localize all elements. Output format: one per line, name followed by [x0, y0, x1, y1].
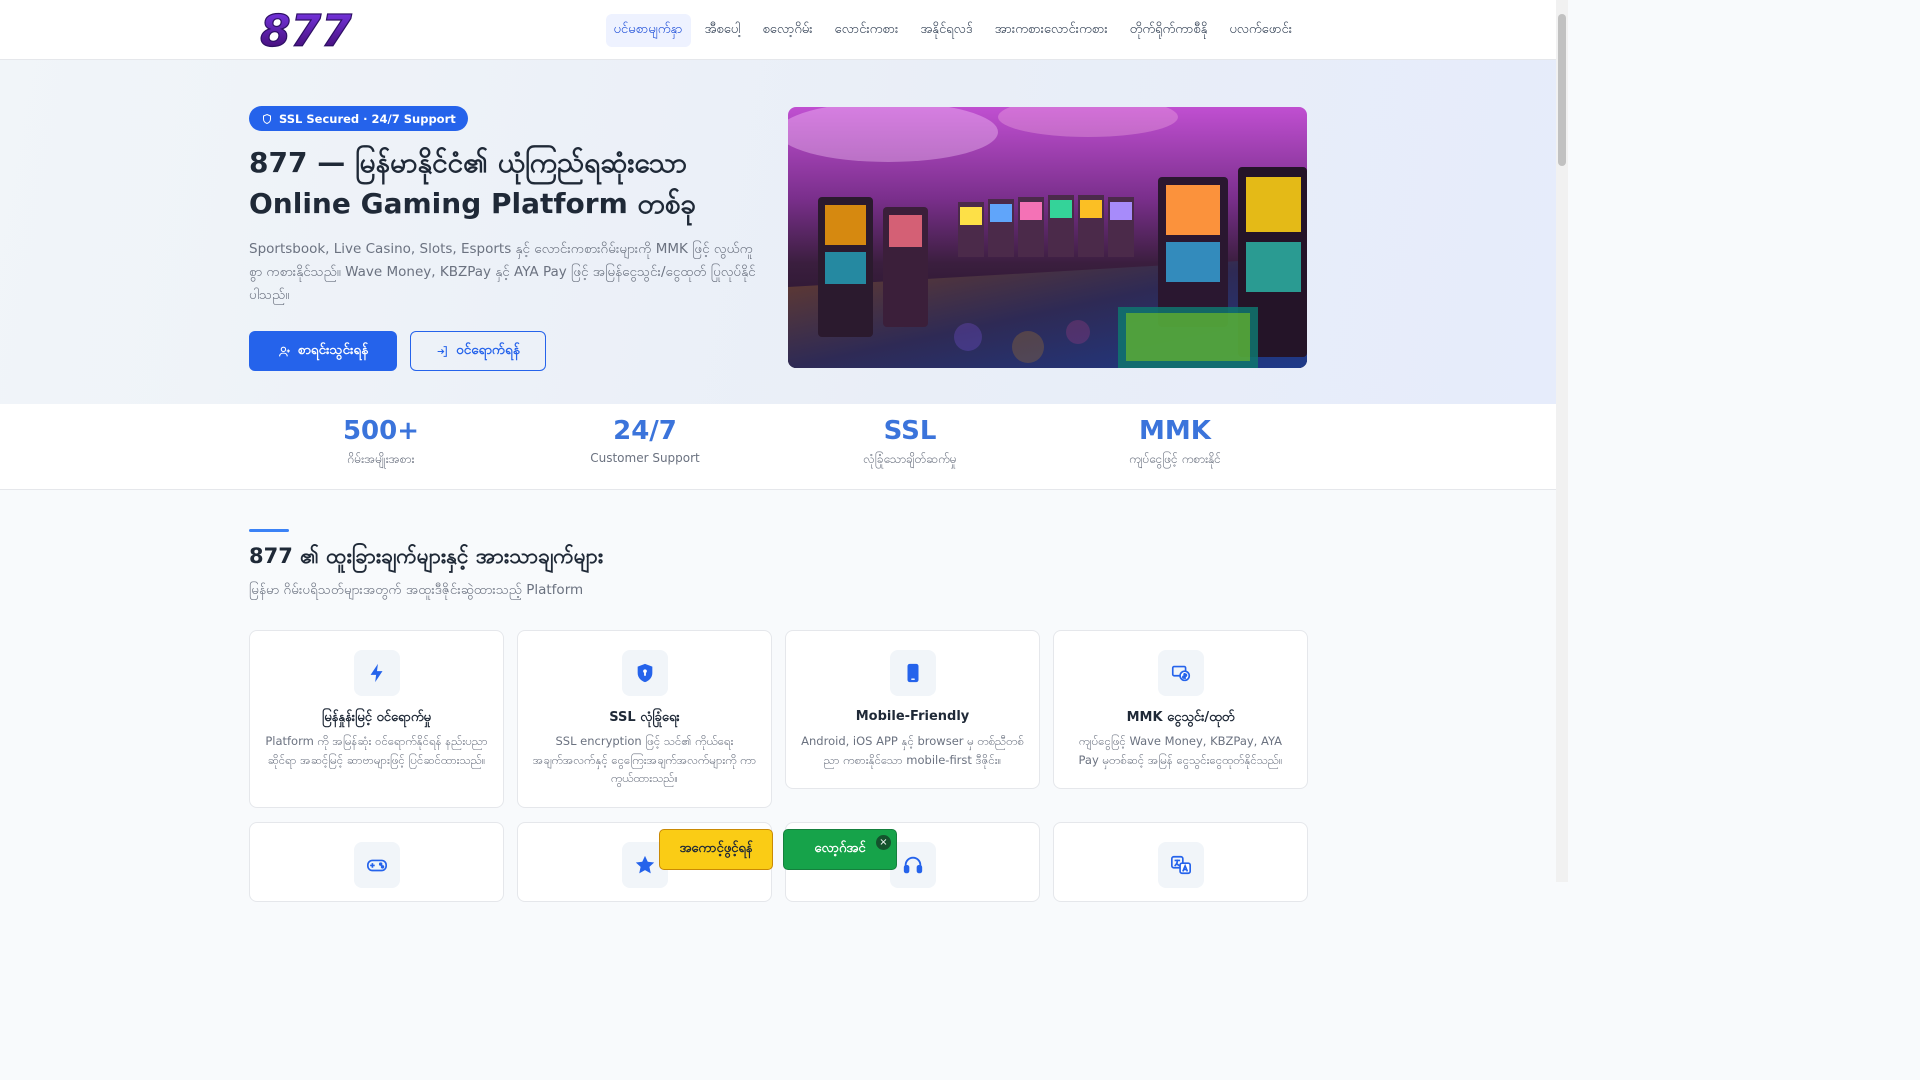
stat-games: 500+ ဂိမ်းအမျိုးအစား: [249, 415, 513, 469]
card-title: မြန်နှုန်းမြင့် ဝင်ရောက်မှု: [322, 710, 431, 725]
register-button-label: စာရင်းသွင်းရန်: [297, 342, 369, 358]
logo-877-icon: 877: [259, 8, 352, 52]
login-icon: [437, 345, 448, 357]
nav-item-live-casino[interactable]: တိုက်ရိုက်ကာစီနို: [1122, 14, 1216, 47]
feature-card-mobile: Mobile-Friendly Android, iOS APP နှင့် b…: [785, 630, 1040, 789]
card-title: SSL လုံခြုံရေး: [609, 710, 680, 725]
casino-hero-image: [788, 107, 1307, 368]
lightning-icon: [370, 663, 383, 683]
feature-card-games: [249, 822, 504, 902]
page-scrollbar[interactable]: [1556, 0, 1568, 882]
user-plus-icon: [278, 346, 290, 356]
stat-value: 24/7: [613, 416, 677, 446]
card-icon-box: [354, 650, 400, 696]
card-icon-box: [1158, 842, 1204, 888]
stat-label: Customer Support: [590, 451, 700, 465]
card-description: ကျပ်ငွေဖြင့် Wave Money, KBZPay, AYA Pay…: [1078, 734, 1283, 767]
feature-card-ssl: SSL လုံခြုံရေး SSL encryption ဖြင့် သင်၏…: [517, 630, 772, 808]
stat-currency: MMK ကျပ်ငွေဖြင့် ကစားနိုင်: [1043, 415, 1307, 469]
star-icon: [635, 855, 655, 874]
shield-lock-icon: [637, 663, 653, 683]
register-button[interactable]: စာရင်းသွင်းရန်: [249, 331, 397, 371]
floating-register-button[interactable]: အကောင့်ဖွင့်ရန်: [659, 829, 773, 870]
svg-text:877: 877: [260, 8, 352, 52]
stats-bar: 500+ ဂိမ်းအမျိုးအစား 24/7 Customer Suppo…: [0, 404, 1556, 490]
stat-value: MMK: [1139, 416, 1211, 446]
card-icon-box: [354, 842, 400, 888]
nav-item-home[interactable]: ပင်မစာမျက်နှာ: [605, 14, 691, 47]
stat-label: ဂိမ်းအမျိုးအစား: [347, 452, 415, 466]
card-description: Android, iOS APP နှင့် browser မှ တစ်ညီတ…: [801, 734, 1024, 767]
stat-label: ကျပ်ငွေဖြင့် ကစားနိုင်: [1129, 452, 1221, 466]
nav-item-results[interactable]: အနိုင်ရလဒ်: [912, 14, 980, 47]
stat-ssl: SSL လုံခြုံသောချိတ်ဆက်မှု: [778, 415, 1042, 469]
hero-description: Sportsbook, Live Casino, Slots, Esports …: [249, 241, 756, 303]
security-badge: SSL Secured · 24/7 Support: [249, 106, 468, 131]
stat-label: လုံခြုံသောချိတ်ဆက်မှု: [863, 452, 957, 466]
shield-icon: [263, 113, 271, 124]
stat-support: 24/7 Customer Support: [513, 415, 777, 465]
features-subtitle: မြန်မာ ဂိမ်းပရိသတ်များအတွက် အထူးဒီဇိုင်း…: [249, 582, 584, 598]
login-button[interactable]: ဝင်ရောက်ရန်: [410, 331, 546, 371]
main-nav: ပင်မစာမျက်နှာ အီစပေါ့ စလော့ဂိမ်း လောင်းက…: [605, 14, 1300, 47]
card-icon-box: [622, 650, 668, 696]
card-icon-box: [1158, 650, 1204, 696]
login-button-label: ဝင်ရောက်ရန်: [456, 342, 520, 358]
currency-exchange-icon: [1171, 665, 1191, 682]
headset-icon: [903, 856, 923, 874]
hero-title: 877 — မြန်မာနိုင်ငံ၏ ယုံကြည်ရဆုံးသော Onl…: [249, 146, 697, 220]
card-title: MMK ငွေသွင်း/ထုတ်: [1126, 710, 1235, 725]
nav-item-slots[interactable]: စလော့ဂိမ်း: [754, 14, 820, 47]
card-description: SSL encryption ဖြင့် သင်၏ ကိုယ်ရေးအချက်အ…: [532, 734, 757, 785]
casino-slot-machines-image: [788, 107, 1307, 368]
card-description: Platform ကို အမြန်ဆုံး ဝင်ရောက်နိုင်ရန် …: [265, 734, 488, 767]
feature-card-mmk: MMK ငွေသွင်း/ထုတ် ကျပ်ငွေဖြင့် Wave Mone…: [1053, 630, 1308, 789]
nav-item-betting[interactable]: လောင်းကစား: [827, 14, 907, 47]
card-title: Mobile-Friendly: [855, 709, 970, 724]
stat-value: 500+: [342, 416, 420, 446]
site-logo[interactable]: 877: [249, 8, 363, 52]
gamepad-icon: [367, 859, 387, 872]
nav-item-esports[interactable]: အီစပေါ့: [697, 14, 749, 47]
section-accent-line: [249, 529, 289, 532]
stat-value: SSL: [883, 416, 937, 446]
nav-item-sports-betting[interactable]: အားကစားလောင်းကစား: [987, 14, 1116, 47]
feature-card-speed: မြန်နှုန်းမြင့် ဝင်ရောက်မှု Platform ကို…: [249, 630, 504, 808]
translate-icon: [1171, 855, 1191, 875]
features-title: 877 ၏ ထူးခြားချက်များနှင့် အားသာချက်များ: [249, 544, 604, 568]
nav-item-platform[interactable]: ပလက်ဖောင်း: [1221, 14, 1300, 47]
mobile-phone-icon: [907, 663, 919, 683]
hero-section: SSL Secured · 24/7 Support 877 — မြန်မာန…: [0, 60, 1556, 404]
top-navigation-bar: 877 ပင်မစာမျက်နှာ အီစပေါ့ စလော့ဂိမ်း လော…: [0, 0, 1556, 60]
feature-card-language: [1053, 822, 1308, 902]
card-icon-box: [890, 650, 936, 696]
close-icon[interactable]: ×: [876, 835, 891, 850]
security-badge-label: SSL Secured · 24/7 Support: [279, 111, 456, 126]
scrollbar-thumb[interactable]: [1558, 14, 1566, 166]
